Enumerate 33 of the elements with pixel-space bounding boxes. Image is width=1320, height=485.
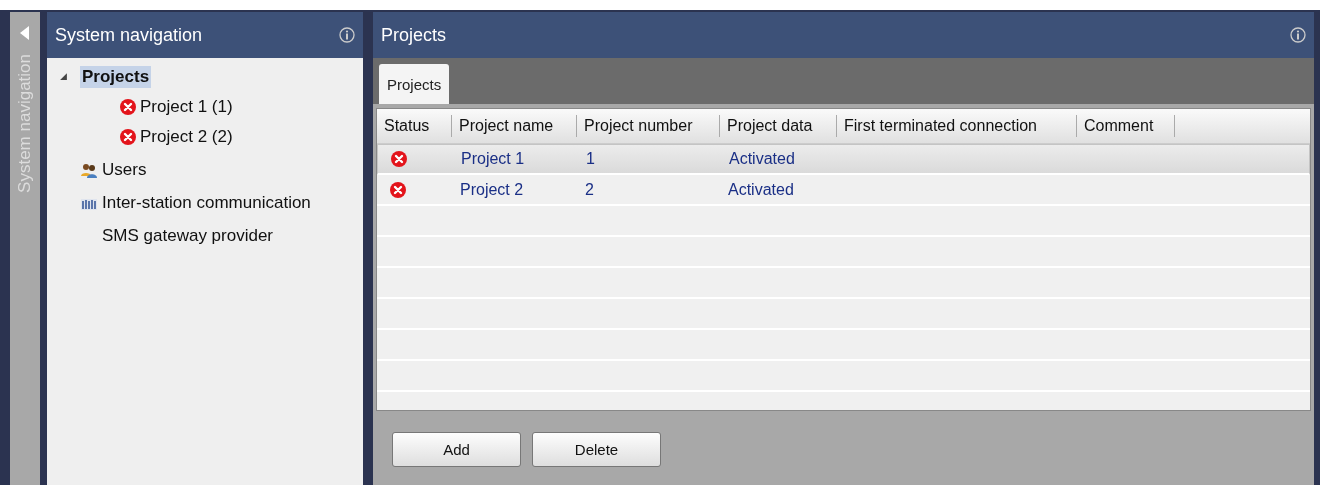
error-icon [391, 151, 407, 167]
table-cell-text: 2 [584, 180, 595, 199]
tree-item[interactable]: SMS gateway provider [100, 224, 276, 247]
expand-arrow-icon[interactable] [59, 72, 68, 81]
info-icon[interactable] [339, 27, 355, 43]
users-icon [80, 161, 98, 178]
tab[interactable]: Projects [379, 64, 450, 104]
table-cell-text: Project 2 [459, 180, 525, 199]
table-cell-text: Project 1 [460, 150, 526, 168]
table-row[interactable]: Project 2 2 Activated [377, 175, 1310, 206]
action-button[interactable]: Delete [532, 432, 661, 467]
column-header[interactable]: Project data [720, 115, 837, 137]
tree-item[interactable]: Users [100, 158, 149, 181]
panel-title: Projects [381, 24, 447, 46]
tree-item[interactable]: Projects [80, 65, 152, 88]
column-header[interactable]: Project name [452, 115, 577, 137]
tree-item[interactable]: Project 1 (1) [138, 96, 235, 118]
info-icon[interactable] [1290, 27, 1306, 43]
error-icon [390, 181, 406, 198]
tree-item[interactable]: Inter-station communication [100, 191, 313, 214]
column-header[interactable]: First terminated connection [837, 115, 1077, 137]
error-icon [120, 129, 136, 145]
table-cell-text: Activated [727, 180, 795, 199]
tree-item[interactable]: Project 2 (2) [138, 126, 235, 148]
column-header[interactable]: Status [377, 115, 452, 137]
action-button[interactable]: Add [392, 432, 521, 467]
column-header[interactable]: Comment [1077, 115, 1175, 137]
column-header[interactable]: Project number [577, 115, 720, 137]
table-cell-text: Activated [728, 150, 796, 168]
error-icon [120, 99, 136, 115]
table-row[interactable]: Project 1 1 Activated [377, 144, 1310, 175]
table-cell-text: 1 [585, 150, 596, 168]
panel-title: System navigation [55, 24, 203, 46]
